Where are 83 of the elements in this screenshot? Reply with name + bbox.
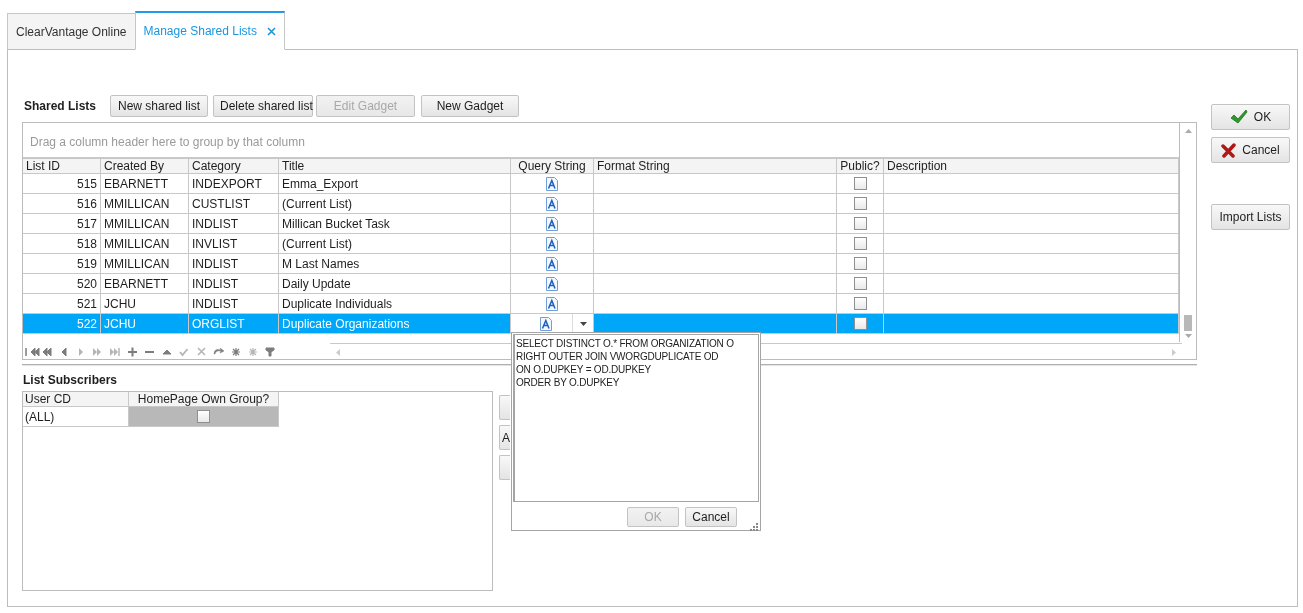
table-cell: INDEXPORT [189,174,279,194]
checkbox[interactable] [197,410,210,423]
table-cell: JCHU [101,314,189,334]
table-cell: INDLIST [189,254,279,274]
column-header[interactable]: Created By [101,158,189,174]
table-cell: INVLIST [189,234,279,254]
table-cell: 519 [23,254,101,274]
button[interactable] [499,395,510,420]
close-icon[interactable] [266,26,276,36]
table-cell: (Current List) [279,194,511,214]
table-row[interactable]: 517 MMILLICAN INDLIST Millican Bucket Task [23,214,1179,234]
text-document-icon [545,236,559,251]
table-cell: MMILLICAN [101,234,189,254]
resize-grip-icon[interactable] [749,522,758,531]
table-cell: 518 [23,234,101,254]
section-title: Shared Lists [23,99,98,113]
table-cell: Duplicate Organizations [279,314,511,334]
table-cell: INDLIST [189,274,279,294]
table-cell: MMILLICAN [101,194,189,214]
scroll-down-arrow-icon[interactable] [1184,334,1192,338]
checkbox[interactable] [853,297,867,310]
table-cell: CUSTLIST [189,194,279,214]
text-document-icon [545,176,559,191]
query-text-field[interactable]: SELECT DISTINCT O.* FROM ORGANIZATION O RIGHT OUTER JOIN VWORGDUPLICATE OD ON O.DUPKEY = OD.DUPKEY ORDER BY O.DUPKEY [513,334,759,502]
table-cell: 517 [23,214,101,234]
table-cell: EBARNETT [101,174,189,194]
column-header[interactable]: Description [884,158,1179,174]
scrollbar-thumb[interactable] [1184,315,1192,331]
dialog-button[interactable]: OK [1211,104,1290,130]
table-row[interactable]: 515 EBARNETT INDEXPORT Emma_Export [23,174,1179,194]
table-cell: M Last Names [279,254,511,274]
toolbar-button[interactable]: New shared list [110,95,208,117]
checkbox[interactable] [853,177,867,190]
toolbar-button[interactable]: Delete shared list [213,95,313,117]
column-header[interactable]: HomePage Own Group? [129,392,279,407]
table-row[interactable]: 519 MMILLICAN INDLIST M Last Names [23,254,1179,274]
table-row[interactable]: 520 EBARNETT INDLIST Daily Update [23,274,1179,294]
table-cell: Millican Bucket Task [279,214,511,234]
dialog-button[interactable]: Cancel [685,507,737,527]
table-cell: 520 [23,274,101,294]
table-row[interactable]: 518 MMILLICAN INVLIST (Current List) [23,234,1179,254]
column-header[interactable]: User CD [23,392,129,407]
tab[interactable]: ClearVantage Online [7,13,136,50]
table-cell: Emma_Export [279,174,511,194]
column-header[interactable]: List ID [23,158,101,174]
checkbox[interactable] [853,217,867,230]
table-cell: 515 [23,174,101,194]
column-header[interactable]: Title [279,158,511,174]
text-document-icon [545,196,559,211]
text-document-icon [545,256,559,271]
text-document-icon [545,276,559,291]
dialog-button[interactable]: Cancel [1211,137,1290,163]
column-header[interactable]: Category [189,158,279,174]
table-row[interactable]: 516 MMILLICAN CUSTLIST (Current List) [23,194,1179,214]
cross-icon [1221,142,1237,158]
table-cell: INDLIST [189,214,279,234]
checkbox[interactable] [853,257,867,270]
table-cell: (Current List) [279,234,511,254]
table-cell: MMILLICAN [101,254,189,274]
table-cell: 522 [23,314,101,334]
column-header[interactable]: Query String [511,158,594,174]
table-cell: 516 [23,194,101,214]
toolbar-button[interactable]: New Gadget [421,95,519,117]
table-cell: Daily Update [279,274,511,294]
record-navigator-drawing[interactable] [25,346,277,357]
table-cell: EBARNETT [101,274,189,294]
checkbox[interactable] [853,197,867,210]
column-header[interactable]: Format String [594,158,837,174]
button[interactable] [499,455,510,480]
caret-icon [579,321,587,326]
text-document-icon [545,216,559,231]
column-header[interactable]: Public? [837,158,884,174]
section-title: List Subscribers [23,373,118,387]
checkbox[interactable] [853,277,867,290]
check-icon [1229,109,1248,125]
checkbox[interactable] [853,317,867,330]
text-document-icon [545,296,559,311]
table-cell: MMILLICAN [101,214,189,234]
table-cell: ORGLIST [189,314,279,334]
scroll-up-arrow-icon[interactable] [1184,129,1192,133]
button[interactable]: A [499,425,510,450]
checkbox[interactable] [853,237,867,250]
dialog-button[interactable]: Import Lists [1211,204,1290,230]
